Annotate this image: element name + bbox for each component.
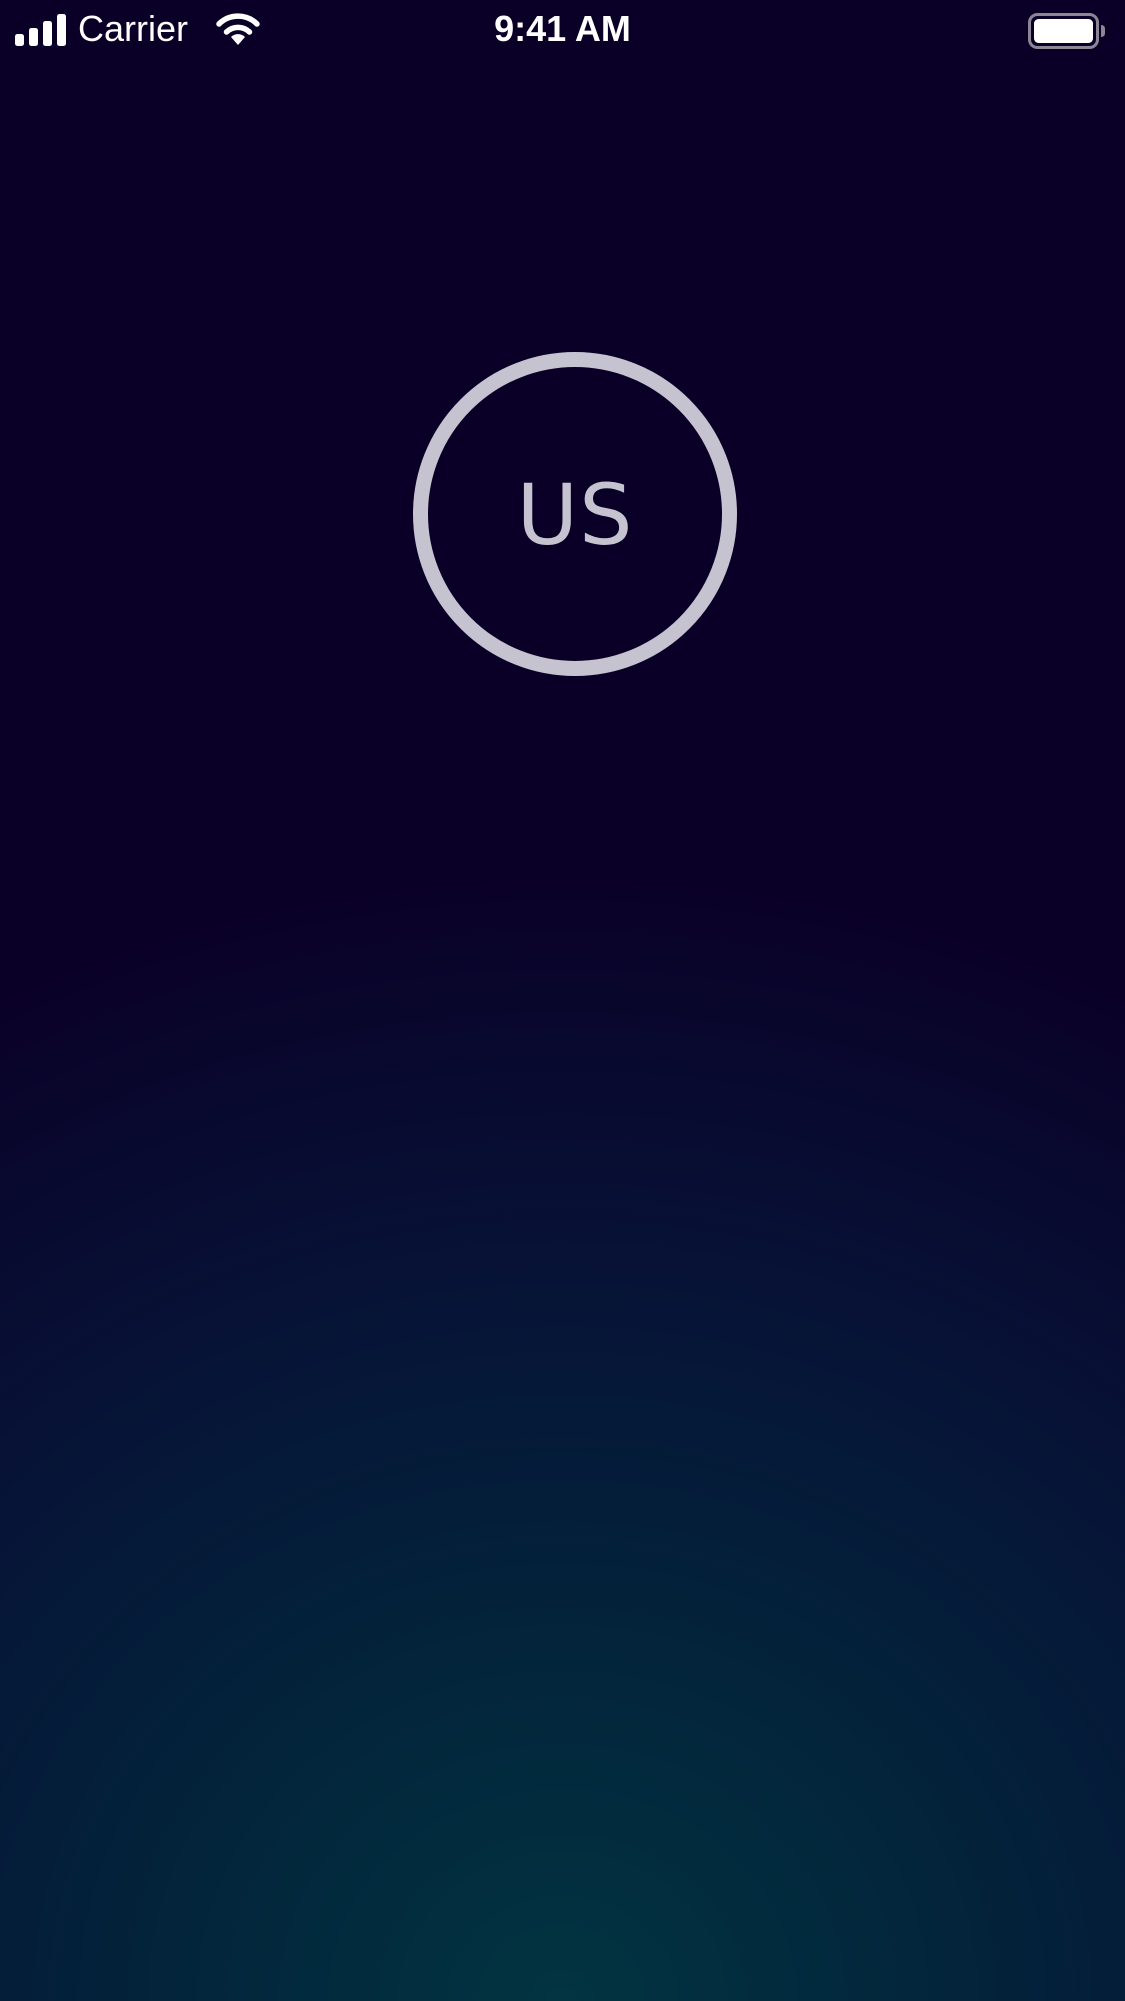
user-avatar[interactable]: US	[413, 352, 737, 676]
avatar-initials: US	[516, 466, 634, 564]
status-bar: Carrier 9:41 AM	[0, 0, 1125, 60]
battery-icon	[1028, 13, 1105, 49]
status-time: 9:41 AM	[494, 8, 631, 49]
